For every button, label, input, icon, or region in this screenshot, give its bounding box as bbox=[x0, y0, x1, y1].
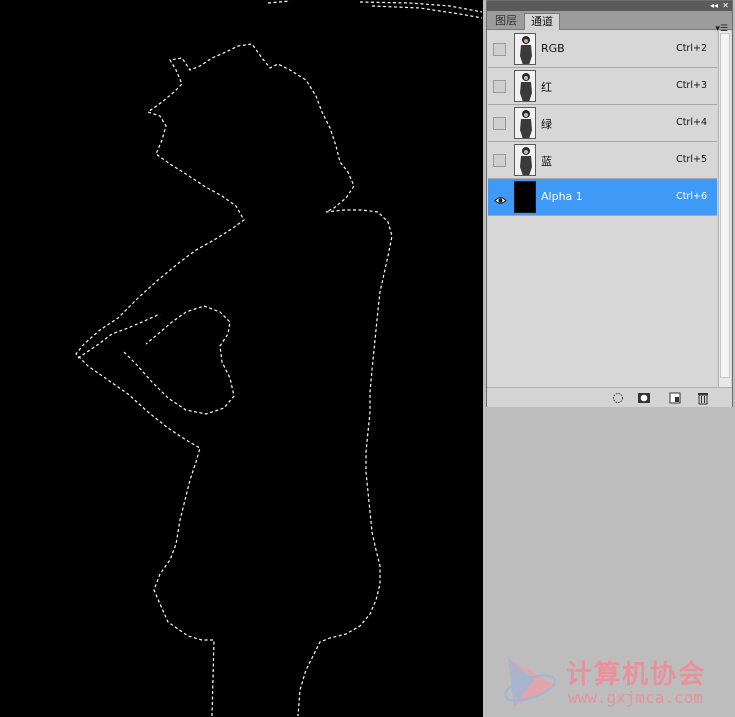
channel-thumbnail bbox=[514, 107, 536, 139]
close-icon[interactable]: ✕ bbox=[722, 1, 729, 11]
channel-name: 蓝 bbox=[541, 155, 552, 168]
channel-row-green[interactable]: 绿 Ctrl+4 bbox=[488, 105, 717, 142]
visibility-toggle[interactable] bbox=[493, 117, 506, 130]
channel-list: RGB Ctrl+2 红 Ctrl+3 绿 Ctrl+4 蓝 Ctrl+5 Al… bbox=[488, 31, 717, 387]
visibility-toggle[interactable] bbox=[493, 191, 507, 204]
new-channel-icon[interactable] bbox=[668, 390, 682, 404]
channel-shortcut: Ctrl+2 bbox=[676, 43, 707, 54]
channel-thumbnail bbox=[514, 181, 536, 213]
panel-tabs: 图层 通道 ▾☰ bbox=[487, 11, 732, 34]
document-canvas[interactable] bbox=[0, 0, 483, 717]
tab-channels[interactable]: 通道 bbox=[524, 13, 560, 30]
channel-shortcut: Ctrl+3 bbox=[676, 80, 707, 91]
panel-footer bbox=[487, 387, 732, 407]
person-thumbnail-icon bbox=[520, 73, 532, 101]
person-thumbnail-icon bbox=[520, 147, 532, 175]
watermark: 计算机协会 www.gxjmca.com bbox=[500, 648, 735, 717]
panel-titlebar: ◂◂ ✕ bbox=[487, 1, 732, 11]
channel-thumbnail bbox=[514, 144, 536, 176]
collapse-icon[interactable]: ◂◂ bbox=[710, 1, 718, 11]
channel-row-alpha-1[interactable]: Alpha 1 Ctrl+6 bbox=[488, 179, 717, 216]
watermark-url: www.gxjmca.com bbox=[568, 688, 703, 707]
person-thumbnail-icon bbox=[520, 36, 532, 64]
selection-marquee bbox=[75, 0, 483, 717]
watermark-title: 计算机协会 bbox=[566, 660, 707, 690]
tab-layers[interactable]: 图层 bbox=[489, 13, 523, 29]
channels-panel: ◂◂ ✕ 图层 通道 ▾☰ RGB Ctrl+2 红 Ctrl+3 绿 Ctrl… bbox=[486, 0, 733, 407]
channel-name: Alpha 1 bbox=[541, 190, 583, 203]
channel-shortcut: Ctrl+4 bbox=[676, 117, 707, 128]
channel-shortcut: Ctrl+5 bbox=[676, 154, 707, 165]
scroll-thumb[interactable] bbox=[720, 33, 730, 378]
visibility-toggle[interactable] bbox=[493, 80, 506, 93]
logo-triangle-icon bbox=[504, 658, 556, 706]
save-selection-icon[interactable] bbox=[637, 390, 651, 404]
visibility-toggle[interactable] bbox=[493, 154, 506, 167]
load-selection-icon[interactable] bbox=[611, 390, 625, 404]
channel-name: 红 bbox=[541, 81, 552, 94]
channel-row-blue[interactable]: 蓝 Ctrl+5 bbox=[488, 142, 717, 179]
channel-row-red[interactable]: 红 Ctrl+3 bbox=[488, 68, 717, 105]
visibility-toggle[interactable] bbox=[493, 43, 506, 56]
channel-name: RGB bbox=[541, 42, 565, 55]
channel-shortcut: Ctrl+6 bbox=[676, 191, 707, 202]
vertical-scrollbar[interactable] bbox=[718, 31, 731, 387]
channel-name: 绿 bbox=[541, 118, 552, 131]
trash-icon[interactable] bbox=[696, 390, 710, 405]
channel-row-rgb[interactable]: RGB Ctrl+2 bbox=[488, 31, 717, 68]
channel-thumbnail bbox=[514, 33, 536, 65]
person-thumbnail-icon bbox=[520, 110, 532, 138]
eye-icon bbox=[494, 197, 507, 204]
channel-thumbnail bbox=[514, 70, 536, 102]
